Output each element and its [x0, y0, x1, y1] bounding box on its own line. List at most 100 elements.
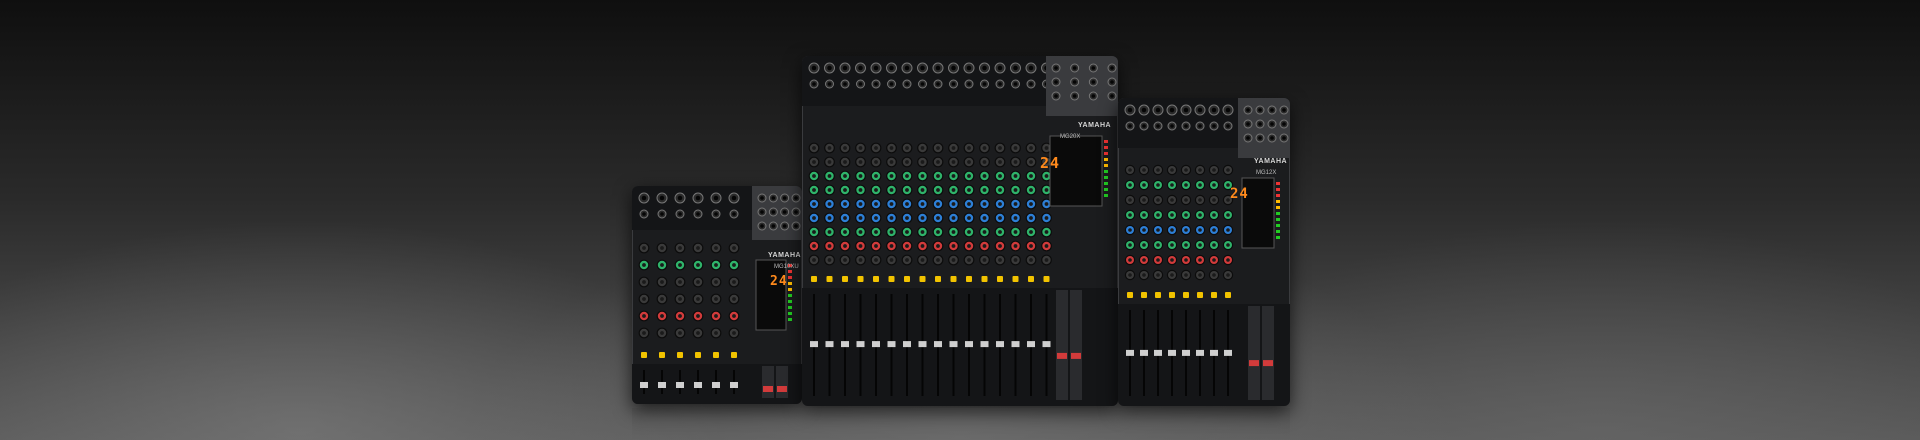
jack-hole	[905, 82, 909, 86]
channel-button	[1141, 292, 1147, 298]
channel-button	[842, 276, 848, 282]
knob-cap	[1184, 243, 1188, 247]
master-fader-cap	[777, 386, 787, 392]
knob-cap	[982, 202, 987, 206]
mixer-medium: YAMAHA MG12X 24	[1118, 98, 1290, 406]
knob-cap	[936, 202, 940, 206]
knob-cap	[998, 160, 1002, 164]
knob-cap	[812, 160, 816, 164]
knob-cap	[967, 146, 971, 150]
jack-hole	[951, 65, 956, 71]
knob-cap	[998, 188, 1002, 192]
knob-cap	[858, 160, 863, 164]
knob-cap	[982, 216, 987, 220]
jack-hole	[713, 195, 719, 201]
jack-hole	[760, 196, 764, 200]
jack-hole	[998, 82, 1002, 86]
jack-hole	[659, 195, 665, 201]
mixer-small-panel	[632, 186, 802, 404]
knob-cap	[951, 202, 956, 206]
knob-cap	[1184, 213, 1188, 217]
master-fader-track	[776, 366, 788, 398]
knob-cap	[827, 188, 832, 192]
knob-cap	[998, 202, 1002, 206]
knob-cap	[812, 258, 816, 262]
knob-cap	[843, 244, 847, 248]
knob-cap	[1184, 183, 1188, 187]
knob-cap	[812, 202, 816, 206]
knob-cap	[843, 258, 847, 262]
knob-cap	[732, 331, 736, 335]
knob-cap	[678, 314, 682, 318]
knob-cap	[1184, 258, 1188, 262]
knob-cap	[874, 146, 878, 150]
master-fader-track	[762, 366, 774, 398]
jack-hole	[1142, 124, 1146, 128]
level-meter-led	[1276, 194, 1280, 197]
level-meter-led	[1104, 152, 1108, 155]
knob-cap	[732, 246, 736, 250]
knob-cap	[1156, 243, 1160, 247]
knob-cap	[920, 258, 925, 262]
level-meter-led	[1276, 224, 1280, 227]
jack-hole	[1110, 66, 1114, 70]
fader-cap	[730, 382, 738, 388]
knob-cap	[827, 216, 832, 220]
knob-cap	[905, 258, 909, 262]
knob-cap	[936, 174, 940, 178]
channel-button	[677, 352, 683, 358]
level-meter-led	[1104, 188, 1108, 191]
fader-cap	[712, 382, 720, 388]
knob-cap	[982, 146, 987, 150]
knob-cap	[1142, 168, 1146, 172]
jack-hole	[997, 65, 1003, 71]
level-meter-led	[1276, 236, 1280, 239]
jack-hole	[660, 212, 664, 216]
knob-cap	[843, 160, 847, 164]
knob-cap	[982, 230, 987, 234]
jack-hole	[771, 210, 776, 214]
fader-cap	[918, 341, 927, 348]
channel-button	[1169, 292, 1175, 298]
knob-cap	[1156, 213, 1160, 217]
knob-cap	[660, 280, 664, 284]
knob-cap	[1029, 202, 1033, 206]
fader-cap	[1027, 341, 1035, 348]
knob-cap	[920, 160, 925, 164]
jack-hole	[1128, 124, 1132, 128]
jack-hole	[1258, 136, 1262, 140]
master-fader-track	[1056, 290, 1068, 400]
mixer-large-display: 24	[1040, 154, 1061, 172]
mixer-small: YAMAHA MG10XU 24	[632, 186, 802, 404]
knob-cap	[843, 202, 847, 206]
jack-hole	[732, 212, 736, 216]
knob-cap	[1128, 198, 1132, 202]
knob-cap	[1013, 258, 1018, 262]
floor-reflection	[632, 408, 1290, 440]
level-meter-led	[788, 270, 792, 273]
level-meter-led	[788, 300, 792, 303]
jack-hole	[794, 210, 798, 214]
knob-cap	[660, 246, 664, 250]
jack-hole	[874, 82, 878, 86]
knob-cap	[642, 263, 646, 267]
knob-cap	[920, 188, 925, 192]
jack-hole	[1282, 108, 1286, 112]
knob-cap	[642, 314, 646, 318]
knob-cap	[1013, 188, 1018, 192]
jack-hole	[935, 65, 941, 71]
channel-button	[966, 276, 972, 282]
jack-hole	[641, 195, 647, 201]
knob-cap	[1044, 258, 1049, 262]
knob-cap	[812, 146, 816, 150]
knob-cap	[1212, 183, 1216, 187]
jack-hole	[889, 65, 894, 71]
fader-cap	[1182, 349, 1190, 356]
mixer-large: YAMAHA MG20X 24	[802, 56, 1118, 406]
knob-cap	[1156, 258, 1160, 262]
jack-hole	[843, 82, 847, 86]
knob-cap	[1184, 228, 1188, 232]
channel-button	[904, 276, 910, 282]
master-fader-cap	[1057, 352, 1067, 359]
knob-cap	[696, 246, 700, 250]
